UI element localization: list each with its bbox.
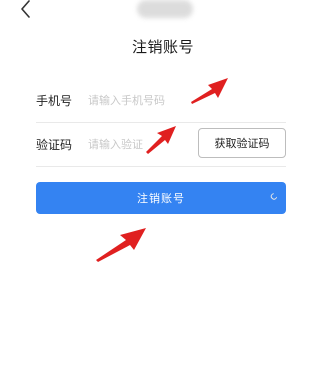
phone-label: 手机号 xyxy=(36,93,73,108)
phone-input[interactable] xyxy=(88,90,238,110)
deactivate-account-button[interactable]: 注销账号 xyxy=(36,182,286,214)
blurred-header-text xyxy=(137,0,193,18)
get-code-button[interactable]: 获取验证码 xyxy=(198,128,286,158)
page-title: 注销账号 xyxy=(131,38,194,56)
code-label: 验证码 xyxy=(36,137,73,152)
back-button[interactable] xyxy=(14,0,38,24)
code-input[interactable] xyxy=(88,134,198,154)
red-pointer-arrow-icon xyxy=(96,228,146,262)
chevron-left-icon xyxy=(21,0,30,18)
phone-row: 手机号 xyxy=(36,78,286,123)
